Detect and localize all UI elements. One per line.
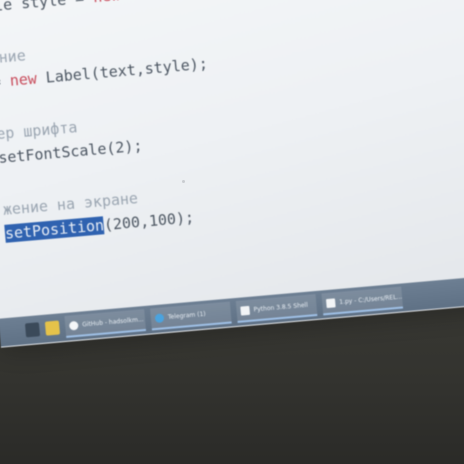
code-token: new — [92, 0, 121, 6]
code-line-2: ание — [0, 45, 27, 68]
python-file-icon — [325, 297, 336, 308]
taskbar-item-label: GitHub - hadsolkm... — [81, 315, 144, 328]
folder-icon[interactable] — [44, 320, 61, 336]
taskbar-app-icon[interactable] — [24, 322, 41, 338]
selected-text: setPosition — [4, 216, 105, 243]
telegram-icon — [154, 312, 165, 323]
projected-screen: yle style = new LabelStyle(font, Color.R… — [0, 0, 464, 348]
code-line-4: ер шрифта — [0, 117, 78, 144]
taskbar-item-github[interactable]: GitHub - hadsolkm... — [64, 309, 147, 338]
photo-scene: yle style = new LabelStyle(font, Color.R… — [0, 0, 464, 464]
taskbar-item-telegram[interactable]: Telegram (1) — [150, 301, 232, 331]
code-line-1: yle style = new LabelStyle(font, Color.R… — [0, 0, 382, 17]
code-token: ание — [0, 46, 27, 68]
code-token: Label(text,style); — [35, 54, 209, 88]
chrome-icon — [68, 320, 79, 331]
taskbar-item-label: 1.py - C:/Users/REL... — [338, 292, 403, 306]
code-token: yle style = — [0, 0, 85, 16]
code-token: LabelStyle(font, Color. — [119, 0, 336, 4]
code-editor[interactable]: yle style = new LabelStyle(font, Color.R… — [0, 0, 464, 323]
code-token: ер шрифта — [0, 118, 79, 144]
code-token: (200,100); — [103, 208, 195, 235]
dust-speck — [182, 180, 185, 183]
code-token: new — [9, 69, 38, 90]
taskbar-item-editor[interactable]: 1.py - C:/Users/REL... — [321, 286, 404, 316]
taskbar-item-python-shell[interactable]: Python 3.8.5 Shell — [235, 294, 318, 323]
python-icon — [240, 305, 250, 316]
room-floor — [0, 380, 464, 464]
code-line-3: = new Label(text,style); — [0, 54, 209, 93]
taskbar-item-label: Telegram (1) — [167, 310, 206, 321]
taskbar-item-label: Python 3.8.5 Shell — [253, 301, 309, 313]
